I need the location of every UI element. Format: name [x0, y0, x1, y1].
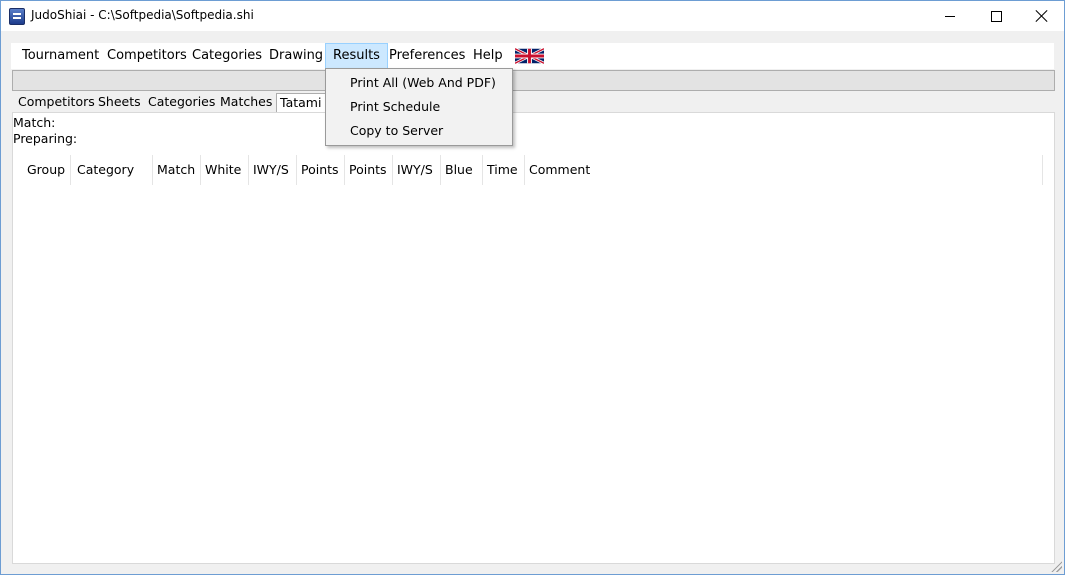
column-header-white[interactable]: White: [201, 155, 249, 185]
tab-matches[interactable]: Matches: [217, 93, 275, 111]
menu-competitors[interactable]: Competitors: [100, 43, 194, 69]
menu-categories[interactable]: Categories: [185, 43, 269, 69]
menu-help[interactable]: Help: [466, 43, 510, 69]
toolbar-strip: [12, 70, 1055, 91]
column-header-match[interactable]: Match: [153, 155, 201, 185]
menu-item-print-schedule[interactable]: Print Schedule: [350, 96, 440, 118]
window-title: JudoShiai - C:\Softpedia\Softpedia.shi: [31, 8, 254, 22]
menu-results[interactable]: Results: [325, 43, 388, 69]
match-label: Match:: [13, 115, 56, 130]
column-header-blue[interactable]: Blue: [441, 155, 483, 185]
minimize-button[interactable]: [927, 1, 973, 31]
menu-item-print-all[interactable]: Print All (Web And PDF): [350, 72, 496, 94]
preparing-label: Preparing:: [13, 131, 78, 146]
maximize-icon: [990, 10, 1002, 22]
uk-flag-icon[interactable]: [515, 48, 544, 64]
maximize-button[interactable]: [973, 1, 1019, 31]
menu-preferences[interactable]: Preferences: [382, 43, 472, 69]
menu-item-copy-to-server[interactable]: Copy to Server: [350, 120, 443, 142]
column-header-iwy-s-white[interactable]: IWY/S: [249, 155, 297, 185]
close-icon: [1035, 9, 1049, 23]
column-header-points-white[interactable]: Points: [297, 155, 345, 185]
minimize-icon: [945, 15, 955, 17]
menu-bar: Tournament Competitors Categories Drawin…: [11, 43, 1054, 69]
tab-categories[interactable]: Categories: [145, 93, 218, 111]
resize-grip-icon[interactable]: [1050, 560, 1062, 572]
column-header-iwy-s-blue[interactable]: IWY/S: [393, 155, 441, 185]
tatami-panel: Match: Preparing: Group Category Match W…: [12, 112, 1055, 564]
app-window: JudoShiai - C:\Softpedia\Softpedia.shi T…: [0, 0, 1065, 575]
column-header-group[interactable]: Group: [23, 155, 71, 185]
match-table-header: Group Category Match White IWY/S Points …: [23, 155, 1044, 185]
tab-competitors[interactable]: Competitors: [15, 93, 98, 111]
menu-drawing[interactable]: Drawing: [262, 43, 330, 69]
menu-tournament[interactable]: Tournament: [15, 43, 106, 69]
tab-sheets[interactable]: Sheets: [95, 93, 144, 111]
column-header-points-blue[interactable]: Points: [345, 155, 393, 185]
results-dropdown-menu: Print All (Web And PDF) Print Schedule C…: [325, 68, 513, 146]
column-header-comment[interactable]: Comment: [525, 155, 1043, 185]
app-icon[interactable]: [9, 8, 25, 25]
title-bar[interactable]: JudoShiai - C:\Softpedia\Softpedia.shi: [1, 1, 1064, 31]
column-header-time[interactable]: Time: [483, 155, 525, 185]
column-header-category[interactable]: Category: [73, 155, 153, 185]
close-button[interactable]: [1019, 1, 1065, 31]
